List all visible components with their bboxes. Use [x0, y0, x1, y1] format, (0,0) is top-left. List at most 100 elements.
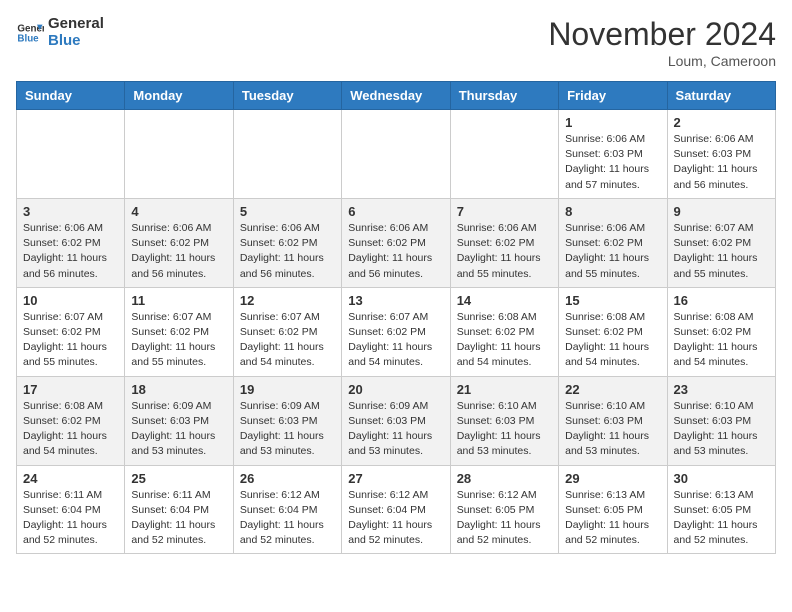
day-number: 1 — [565, 115, 660, 130]
day-info: Sunrise: 6:11 AM Sunset: 6:04 PM Dayligh… — [23, 488, 118, 549]
day-info: Sunrise: 6:11 AM Sunset: 6:04 PM Dayligh… — [131, 488, 226, 549]
weekday-header: Saturday — [667, 82, 775, 110]
day-number: 2 — [674, 115, 769, 130]
day-info: Sunrise: 6:12 AM Sunset: 6:04 PM Dayligh… — [348, 488, 443, 549]
day-number: 3 — [23, 204, 118, 219]
day-number: 10 — [23, 293, 118, 308]
day-info: Sunrise: 6:12 AM Sunset: 6:05 PM Dayligh… — [457, 488, 552, 549]
day-info: Sunrise: 6:09 AM Sunset: 6:03 PM Dayligh… — [131, 399, 226, 460]
calendar-cell: 20 Sunrise: 6:09 AM Sunset: 6:03 PM Dayli… — [342, 376, 450, 465]
day-info: Sunrise: 6:07 AM Sunset: 6:02 PM Dayligh… — [348, 310, 443, 371]
calendar-cell: 22 Sunrise: 6:10 AM Sunset: 6:03 PM Dayli… — [559, 376, 667, 465]
day-info: Sunrise: 6:10 AM Sunset: 6:03 PM Dayligh… — [674, 399, 769, 460]
calendar-cell: 16Sunrise: 6:08 AM Sunset: 6:02 PM Dayli… — [667, 287, 775, 376]
calendar-cell — [342, 110, 450, 199]
day-number: 5 — [240, 204, 335, 219]
day-info: Sunrise: 6:06 AM Sunset: 6:02 PM Dayligh… — [23, 221, 118, 282]
day-info: Sunrise: 6:06 AM Sunset: 6:02 PM Dayligh… — [457, 221, 552, 282]
calendar-cell: 8Sunrise: 6:06 AM Sunset: 6:02 PM Daylig… — [559, 198, 667, 287]
calendar-table: SundayMondayTuesdayWednesdayThursdayFrid… — [16, 81, 776, 554]
weekday-header: Friday — [559, 82, 667, 110]
day-info: Sunrise: 6:13 AM Sunset: 6:05 PM Dayligh… — [674, 488, 769, 549]
logo-general: General — [48, 16, 104, 33]
weekday-header: Thursday — [450, 82, 558, 110]
day-number: 11 — [131, 293, 226, 308]
day-number: 20 — [348, 382, 443, 397]
calendar-week-row: 3 Sunrise: 6:06 AM Sunset: 6:02 PM Daylig… — [17, 198, 776, 287]
day-number: 29 — [565, 471, 660, 486]
day-info: Sunrise: 6:07 AM Sunset: 6:02 PM Dayligh… — [23, 310, 118, 371]
calendar-cell: 21Sunrise: 6:10 AM Sunset: 6:03 PM Dayli… — [450, 376, 558, 465]
calendar-cell: 7 Sunrise: 6:06 AM Sunset: 6:02 PM Daylig… — [450, 198, 558, 287]
svg-text:Blue: Blue — [17, 33, 39, 44]
calendar-cell: 28 Sunrise: 6:12 AM Sunset: 6:05 PM Dayli… — [450, 465, 558, 554]
logo-blue: Blue — [48, 33, 104, 50]
page-header: General Blue General Blue November 2024 … — [16, 16, 776, 69]
calendar-cell: 9Sunrise: 6:07 AM Sunset: 6:02 PM Daylig… — [667, 198, 775, 287]
calendar-cell: 1 Sunrise: 6:06 AM Sunset: 6:03 PM Daylig… — [559, 110, 667, 199]
calendar-cell: 3 Sunrise: 6:06 AM Sunset: 6:02 PM Daylig… — [17, 198, 125, 287]
calendar-cell — [17, 110, 125, 199]
day-info: Sunrise: 6:06 AM Sunset: 6:02 PM Dayligh… — [240, 221, 335, 282]
day-info: Sunrise: 6:09 AM Sunset: 6:03 PM Dayligh… — [348, 399, 443, 460]
day-info: Sunrise: 6:06 AM Sunset: 6:03 PM Dayligh… — [565, 132, 660, 193]
day-info: Sunrise: 6:07 AM Sunset: 6:02 PM Dayligh… — [240, 310, 335, 371]
calendar-cell: 27Sunrise: 6:12 AM Sunset: 6:04 PM Dayli… — [342, 465, 450, 554]
calendar-cell: 11 Sunrise: 6:07 AM Sunset: 6:02 PM Dayli… — [125, 287, 233, 376]
calendar-cell: 25 Sunrise: 6:11 AM Sunset: 6:04 PM Dayli… — [125, 465, 233, 554]
day-number: 26 — [240, 471, 335, 486]
calendar-cell: 4 Sunrise: 6:06 AM Sunset: 6:02 PM Daylig… — [125, 198, 233, 287]
day-number: 24 — [23, 471, 118, 486]
day-info: Sunrise: 6:13 AM Sunset: 6:05 PM Dayligh… — [565, 488, 660, 549]
calendar-cell: 24 Sunrise: 6:11 AM Sunset: 6:04 PM Dayli… — [17, 465, 125, 554]
day-info: Sunrise: 6:08 AM Sunset: 6:02 PM Dayligh… — [674, 310, 769, 371]
calendar-cell: 12Sunrise: 6:07 AM Sunset: 6:02 PM Dayli… — [233, 287, 341, 376]
day-number: 13 — [348, 293, 443, 308]
day-number: 15 — [565, 293, 660, 308]
calendar-cell: 30 Sunrise: 6:13 AM Sunset: 6:05 PM Dayli… — [667, 465, 775, 554]
calendar-header-row: SundayMondayTuesdayWednesdayThursdayFrid… — [17, 82, 776, 110]
weekday-header: Monday — [125, 82, 233, 110]
day-number: 4 — [131, 204, 226, 219]
day-info: Sunrise: 6:06 AM Sunset: 6:02 PM Dayligh… — [348, 221, 443, 282]
day-number: 25 — [131, 471, 226, 486]
day-info: Sunrise: 6:08 AM Sunset: 6:02 PM Dayligh… — [565, 310, 660, 371]
logo: General Blue General Blue — [16, 16, 104, 49]
calendar-cell: 10 Sunrise: 6:07 AM Sunset: 6:02 PM Dayli… — [17, 287, 125, 376]
logo-icon: General Blue — [16, 19, 44, 47]
day-info: Sunrise: 6:10 AM Sunset: 6:03 PM Dayligh… — [457, 399, 552, 460]
calendar-cell: 13 Sunrise: 6:07 AM Sunset: 6:02 PM Dayli… — [342, 287, 450, 376]
day-number: 18 — [131, 382, 226, 397]
calendar-cell: 17Sunrise: 6:08 AM Sunset: 6:02 PM Dayli… — [17, 376, 125, 465]
day-number: 7 — [457, 204, 552, 219]
day-number: 17 — [23, 382, 118, 397]
calendar-cell: 29 Sunrise: 6:13 AM Sunset: 6:05 PM Dayli… — [559, 465, 667, 554]
calendar-cell: 19 Sunrise: 6:09 AM Sunset: 6:03 PM Dayli… — [233, 376, 341, 465]
calendar-week-row: 17Sunrise: 6:08 AM Sunset: 6:02 PM Dayli… — [17, 376, 776, 465]
day-number: 19 — [240, 382, 335, 397]
day-number: 9 — [674, 204, 769, 219]
location: Loum, Cameroon — [548, 53, 776, 69]
calendar-cell: 14 Sunrise: 6:08 AM Sunset: 6:02 PM Dayli… — [450, 287, 558, 376]
weekday-header: Tuesday — [233, 82, 341, 110]
day-info: Sunrise: 6:07 AM Sunset: 6:02 PM Dayligh… — [131, 310, 226, 371]
day-info: Sunrise: 6:08 AM Sunset: 6:02 PM Dayligh… — [457, 310, 552, 371]
day-info: Sunrise: 6:06 AM Sunset: 6:03 PM Dayligh… — [674, 132, 769, 193]
weekday-header: Wednesday — [342, 82, 450, 110]
calendar-cell: 18 Sunrise: 6:09 AM Sunset: 6:03 PM Dayli… — [125, 376, 233, 465]
day-info: Sunrise: 6:10 AM Sunset: 6:03 PM Dayligh… — [565, 399, 660, 460]
day-number: 22 — [565, 382, 660, 397]
day-number: 30 — [674, 471, 769, 486]
calendar-cell — [450, 110, 558, 199]
calendar-cell: 6Sunrise: 6:06 AM Sunset: 6:02 PM Daylig… — [342, 198, 450, 287]
day-number: 28 — [457, 471, 552, 486]
calendar-cell — [125, 110, 233, 199]
weekday-header: Sunday — [17, 82, 125, 110]
day-info: Sunrise: 6:09 AM Sunset: 6:03 PM Dayligh… — [240, 399, 335, 460]
day-info: Sunrise: 6:06 AM Sunset: 6:02 PM Dayligh… — [131, 221, 226, 282]
calendar-cell — [233, 110, 341, 199]
day-number: 14 — [457, 293, 552, 308]
calendar-cell: 26Sunrise: 6:12 AM Sunset: 6:04 PM Dayli… — [233, 465, 341, 554]
calendar-week-row: 10 Sunrise: 6:07 AM Sunset: 6:02 PM Dayli… — [17, 287, 776, 376]
day-number: 23 — [674, 382, 769, 397]
